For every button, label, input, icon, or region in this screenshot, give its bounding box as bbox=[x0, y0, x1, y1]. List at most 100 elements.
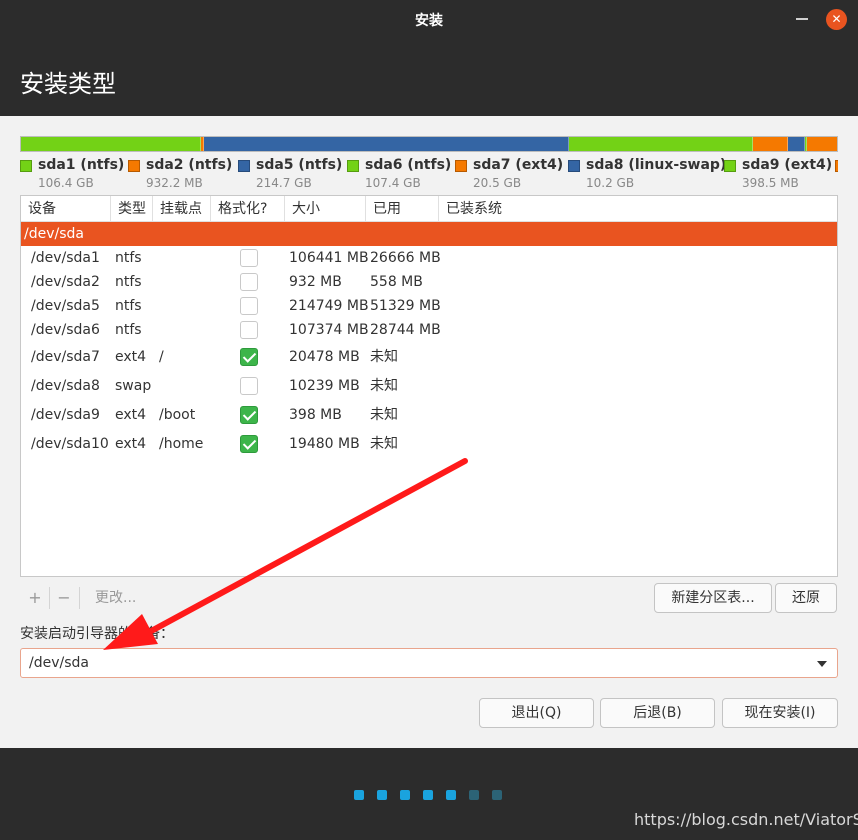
legend-size: 20.5 GB bbox=[473, 176, 522, 190]
bootloader-selected-value: /dev/sda bbox=[29, 655, 89, 671]
format-checkbox[interactable] bbox=[240, 435, 258, 453]
page-header: 安装类型 bbox=[0, 38, 858, 116]
table-row[interactable]: /dev/sda10 ext4 /home 19480 MB 未知 bbox=[21, 430, 837, 459]
toolbar-divider bbox=[49, 587, 50, 609]
disk-segment-sda1 bbox=[21, 137, 201, 151]
cell-size: 106441 MB bbox=[289, 250, 369, 266]
add-partition-button[interactable]: + bbox=[24, 583, 46, 613]
legend-name: sda6 (ntfs) bbox=[365, 157, 452, 173]
progress-dot bbox=[492, 790, 502, 800]
change-partition-button[interactable]: 更改... bbox=[95, 583, 136, 613]
revert-button[interactable]: 还原 bbox=[775, 583, 837, 613]
bootloader-device-select[interactable]: /dev/sda bbox=[20, 648, 838, 678]
cell-size: 107374 MB bbox=[289, 322, 369, 338]
close-icon[interactable]: ✕ bbox=[826, 9, 847, 30]
cell-used: 未知 bbox=[370, 378, 398, 394]
installer-footer: https://blog.csdn.net/ViatorSun bbox=[0, 748, 858, 840]
header-format[interactable]: 格式化? bbox=[211, 196, 285, 222]
cell-type: ext4 bbox=[115, 436, 147, 452]
legend-swatch bbox=[128, 160, 140, 172]
cell-used: 未知 bbox=[370, 436, 398, 452]
disk-segment-sda5 bbox=[204, 137, 569, 151]
quit-button[interactable]: 退出(Q) bbox=[479, 698, 594, 728]
new-partition-table-button[interactable]: 新建分区表... bbox=[654, 583, 772, 613]
legend-swatch bbox=[347, 160, 359, 172]
legend-swatch bbox=[20, 160, 32, 172]
cell-used: 26666 MB bbox=[370, 250, 441, 266]
cell-mount: / bbox=[159, 349, 164, 365]
cell-used: 51329 MB bbox=[370, 298, 441, 314]
legend-size: 106.4 GB bbox=[38, 176, 94, 190]
table-row[interactable]: /dev/sda5 ntfs 214749 MB 51329 MB bbox=[21, 294, 837, 318]
format-checkbox[interactable] bbox=[240, 297, 258, 315]
cell-device: /dev/sda7 bbox=[31, 349, 100, 365]
page-title: 安装类型 bbox=[20, 70, 116, 98]
table-row[interactable]: /dev/sda7 ext4 / 20478 MB 未知 bbox=[21, 343, 837, 372]
format-checkbox[interactable] bbox=[240, 321, 258, 339]
cell-size: 19480 MB bbox=[289, 436, 360, 452]
header-mount[interactable]: 挂载点 bbox=[153, 196, 211, 222]
format-checkbox[interactable] bbox=[240, 377, 258, 395]
cell-device: /dev/sda5 bbox=[31, 298, 100, 314]
legend-swatch bbox=[568, 160, 580, 172]
format-checkbox[interactable] bbox=[240, 273, 258, 291]
title-bar: 安装 ✕ bbox=[0, 0, 858, 38]
cell-device: /dev/sda8 bbox=[31, 378, 100, 394]
cell-device: /dev/sda6 bbox=[31, 322, 100, 338]
cell-used: 未知 bbox=[370, 349, 398, 365]
legend-name: sda2 (ntfs) bbox=[146, 157, 233, 173]
progress-dot bbox=[446, 790, 456, 800]
cell-size: 214749 MB bbox=[289, 298, 369, 314]
header-size[interactable]: 大小 bbox=[285, 196, 366, 222]
header-type[interactable]: 类型 bbox=[111, 196, 153, 222]
legend-swatch bbox=[238, 160, 250, 172]
disk-legend: sda1 (ntfs) 106.4 GB sda2 (ntfs) 932.2 M… bbox=[20, 157, 838, 191]
bootloader-label: 安装启动引导器的设备： bbox=[20, 626, 174, 642]
format-checkbox[interactable] bbox=[240, 348, 258, 366]
cell-device: /dev/sda10 bbox=[31, 436, 109, 452]
format-checkbox[interactable] bbox=[240, 249, 258, 267]
header-system[interactable]: 已装系统 bbox=[439, 196, 837, 222]
content-panel: sda1 (ntfs) 106.4 GB sda2 (ntfs) 932.2 M… bbox=[0, 116, 858, 748]
table-row[interactable]: /dev/sda1 ntfs 106441 MB 26666 MB bbox=[21, 246, 837, 270]
cell-type: ntfs bbox=[115, 274, 142, 290]
partition-toolbar: + − 更改... 新建分区表... 还原 bbox=[20, 583, 838, 613]
table-row[interactable]: /dev/sda8 swap 10239 MB 未知 bbox=[21, 372, 837, 401]
cell-size: 932 MB bbox=[289, 274, 342, 290]
legend-size: 932.2 MB bbox=[146, 176, 203, 190]
legend-swatch bbox=[724, 160, 736, 172]
format-checkbox[interactable] bbox=[240, 406, 258, 424]
partition-table[interactable]: 设备 类型 挂载点 格式化? 大小 已用 已装系统 /dev/sda /dev/… bbox=[20, 195, 838, 577]
remove-partition-button[interactable]: − bbox=[53, 583, 75, 613]
cell-device: /dev/sda9 bbox=[31, 407, 100, 423]
cell-size: 10239 MB bbox=[289, 378, 360, 394]
header-used[interactable]: 已用 bbox=[366, 196, 439, 222]
chevron-down-icon bbox=[817, 661, 827, 667]
device-row[interactable]: /dev/sda bbox=[21, 222, 837, 246]
disk-segment-sda7 bbox=[753, 137, 788, 151]
legend-name: sda5 (ntfs) bbox=[256, 157, 343, 173]
cell-device: /dev/sda1 bbox=[31, 250, 100, 266]
install-now-button[interactable]: 现在安装(I) bbox=[722, 698, 838, 728]
cell-type: ntfs bbox=[115, 322, 142, 338]
legend-size: 10.2 GB bbox=[586, 176, 635, 190]
legend-name: sda9 (ext4) bbox=[742, 157, 833, 173]
table-row[interactable]: /dev/sda2 ntfs 932 MB 558 MB bbox=[21, 270, 837, 294]
cell-size: 20478 MB bbox=[289, 349, 360, 365]
disk-usage-bar bbox=[20, 136, 838, 152]
cell-mount: /boot bbox=[159, 407, 196, 423]
header-device[interactable]: 设备 bbox=[21, 196, 111, 222]
legend-name: sda7 (ext4) bbox=[473, 157, 564, 173]
legend-size: 107.4 GB bbox=[365, 176, 421, 190]
legend-name: sda1 (ntfs) bbox=[38, 157, 125, 173]
minimize-icon[interactable] bbox=[796, 18, 808, 20]
back-button[interactable]: 后退(B) bbox=[600, 698, 715, 728]
disk-segment-sda8 bbox=[788, 137, 805, 151]
watermark: https://blog.csdn.net/ViatorSun bbox=[634, 810, 858, 829]
cell-type: ntfs bbox=[115, 298, 142, 314]
cell-type: swap bbox=[115, 378, 152, 394]
table-row[interactable]: /dev/sda6 ntfs 107374 MB 28744 MB bbox=[21, 318, 837, 342]
progress-dot bbox=[377, 790, 387, 800]
progress-dot bbox=[423, 790, 433, 800]
table-row[interactable]: /dev/sda9 ext4 /boot 398 MB 未知 bbox=[21, 401, 837, 430]
